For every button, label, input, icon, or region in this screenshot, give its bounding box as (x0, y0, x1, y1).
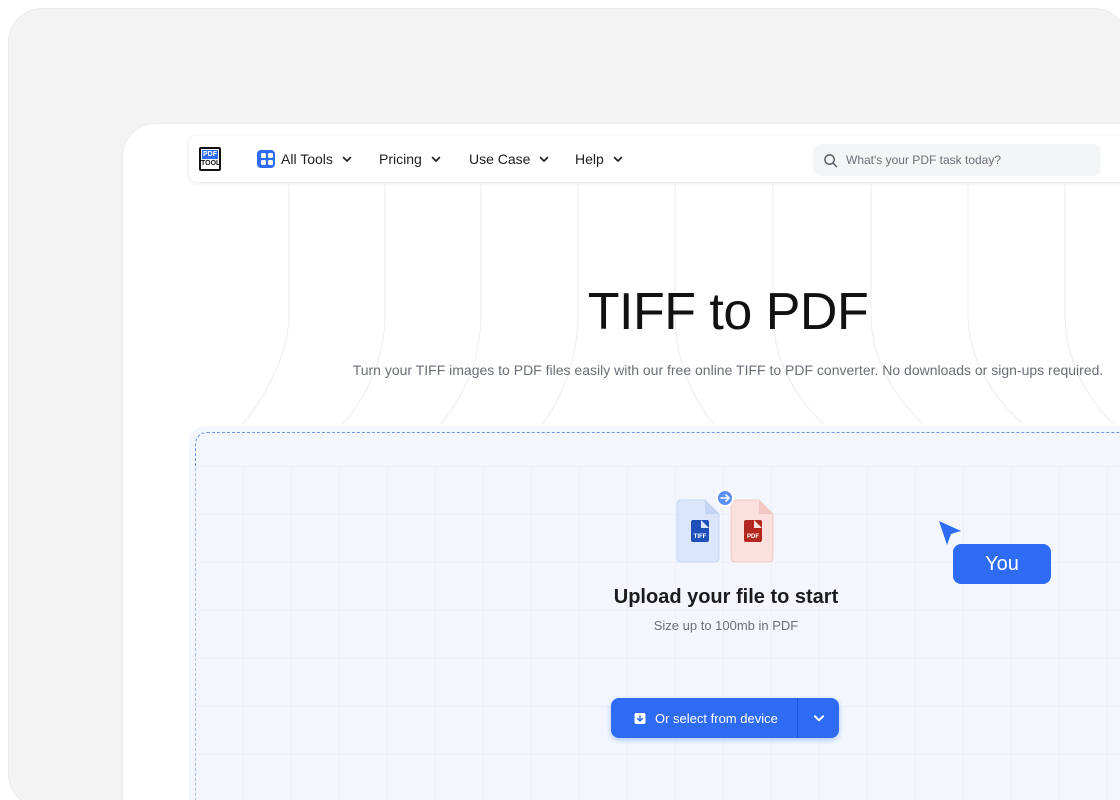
chevron-down-icon (613, 156, 623, 162)
page-title: TIFF to PDF (587, 283, 869, 341)
nav-use-case[interactable]: Use Case (469, 149, 550, 169)
user-cursor-label: You (953, 544, 1051, 584)
search-box[interactable] (813, 144, 1101, 176)
search-input[interactable] (846, 153, 1086, 167)
nav-use-case-label: Use Case (469, 151, 531, 167)
upload-source-dropdown[interactable] (798, 698, 839, 738)
nav-all-tools[interactable]: All Tools (257, 149, 353, 169)
upload-file-icon (634, 713, 646, 724)
page-subtitle: Turn your TIFF images to PDF files easil… (352, 362, 1104, 378)
apps-icon (257, 150, 275, 168)
grid-background (195, 466, 1120, 800)
logo[interactable]: PDF TOOL (199, 147, 221, 171)
nav-help[interactable]: Help (575, 149, 624, 169)
nav-pricing[interactable]: Pricing (379, 149, 442, 169)
upload-dropzone[interactable]: TIFF PDF Upload your file to start Size … (189, 426, 1120, 800)
select-from-device-label: Or select from device (655, 710, 778, 726)
select-from-device-main[interactable]: Or select from device (611, 698, 797, 738)
tiff-badge: TIFF (694, 534, 707, 540)
nav-help-label: Help (575, 151, 604, 167)
chevron-down-icon (342, 156, 352, 162)
chevron-down-icon (813, 715, 824, 722)
pdf-badge: PDF (747, 534, 759, 540)
search-icon (824, 153, 838, 167)
chevron-down-icon (540, 156, 549, 162)
browser-viewport: PDF TOOL All Tools Pricing Use Case Help (122, 123, 1120, 800)
top-navbar: PDF TOOL All Tools Pricing Use Case Help (189, 136, 1120, 182)
select-from-device-button[interactable]: Or select from device (611, 698, 839, 738)
upload-subtitle: Size up to 100mb in PDF (653, 618, 799, 633)
upload-title: Upload your file to start (613, 586, 839, 608)
tiff-to-pdf-icon: TIFF PDF (676, 490, 774, 563)
chevron-down-icon (431, 156, 441, 162)
nav-all-tools-label: All Tools (281, 151, 333, 167)
nav-pricing-label: Pricing (379, 151, 422, 167)
